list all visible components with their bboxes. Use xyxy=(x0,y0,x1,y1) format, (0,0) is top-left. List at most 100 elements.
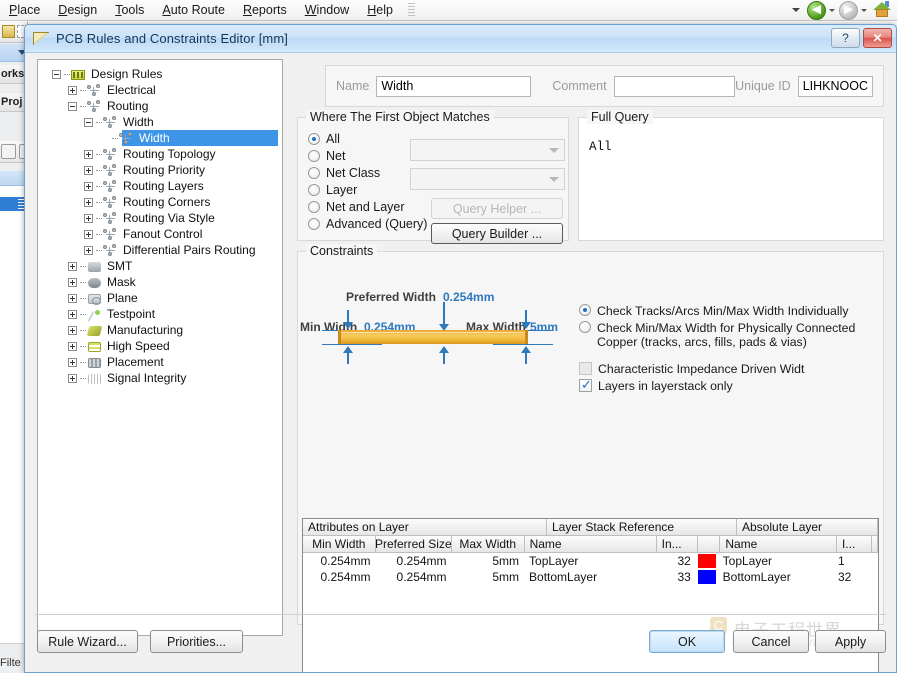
expand-icon[interactable] xyxy=(68,277,77,287)
cell-abs-name[interactable]: BottomLayer xyxy=(718,569,833,585)
expand-icon[interactable] xyxy=(84,181,93,191)
tree-item-mask[interactable]: Mask xyxy=(48,274,282,290)
preferred-width-value[interactable]: 0.254mm xyxy=(443,290,494,304)
forward-dropdown-icon[interactable] xyxy=(861,8,867,12)
tree-item-high-speed[interactable]: High Speed xyxy=(48,338,282,354)
ok-button[interactable]: OK xyxy=(649,630,725,653)
tree-item-routing[interactable]: Routing xyxy=(48,98,282,114)
checkbox-icon[interactable] xyxy=(579,377,592,393)
radio-icon[interactable] xyxy=(308,149,320,162)
comment-input[interactable] xyxy=(613,75,736,97)
radio-icon[interactable] xyxy=(308,166,320,179)
radio-icon[interactable] xyxy=(308,183,320,196)
toolbar-grip[interactable] xyxy=(407,2,415,18)
forward-arrow-icon[interactable]: ▶ xyxy=(839,0,858,20)
expand-icon[interactable] xyxy=(84,245,93,255)
tree-item-signal-integrity[interactable]: Signal Integrity xyxy=(48,370,282,386)
cell-min-width[interactable]: 0.254mm xyxy=(303,569,375,585)
tree-item-routing-priority[interactable]: Routing Priority xyxy=(48,162,282,178)
cell-preferred-size[interactable]: 0.254mm xyxy=(375,553,451,569)
menu-item-place[interactable]: Place xyxy=(0,1,49,19)
tree-item-routing-topology[interactable]: Routing Topology xyxy=(48,146,282,162)
tree-item-design-rules[interactable]: Design Rules xyxy=(48,66,282,82)
home-icon[interactable] xyxy=(872,1,892,19)
menu-item-window[interactable]: Window xyxy=(296,1,358,19)
expand-icon[interactable] xyxy=(68,309,77,319)
table-row[interactable]: 0.254mm 0.254mm 5mm BottomLayer 33 BottomLaye… xyxy=(303,569,878,585)
column-header-color[interactable] xyxy=(698,536,721,553)
constraint-option-2[interactable]: Characteristic Impedance Driven Widt xyxy=(579,362,865,376)
tree-item-testpoint[interactable]: Testpoint xyxy=(48,306,282,322)
tree-item-width[interactable]: Width xyxy=(48,130,282,146)
cell-abs-name[interactable]: TopLayer xyxy=(718,553,833,569)
net-class-combo[interactable] xyxy=(410,168,565,190)
panel-tool-button[interactable] xyxy=(1,144,16,159)
chevron-down-icon[interactable] xyxy=(792,8,800,12)
menu-item-reports[interactable]: Reports xyxy=(234,1,296,19)
query-builder-button[interactable]: Query Builder ... xyxy=(431,223,563,244)
table-row[interactable]: 0.254mm 0.254mm 5mm TopLayer 32 TopLayer 1 xyxy=(303,553,878,569)
menu-item-help[interactable]: Help xyxy=(358,1,402,19)
radio-icon[interactable] xyxy=(308,217,320,230)
expand-icon[interactable] xyxy=(68,341,77,351)
expand-icon[interactable] xyxy=(68,85,77,95)
constraint-option-1[interactable]: Check Min/Max Width for Physically Conne… xyxy=(579,321,865,349)
cell-preferred-size[interactable]: 0.254mm xyxy=(375,569,451,585)
cell-max-width[interactable]: 5mm xyxy=(452,553,524,569)
cell-stack-index[interactable]: 33 xyxy=(655,569,696,585)
cell-abs-index[interactable]: 32 xyxy=(833,569,868,585)
menu-item-design[interactable]: Design xyxy=(49,1,106,19)
name-input[interactable]: Width xyxy=(376,75,531,97)
cell-layer-color[interactable] xyxy=(696,569,718,585)
unique-id-input[interactable]: LIHKNOOC xyxy=(797,75,874,97)
net-combo[interactable] xyxy=(410,139,565,161)
column-header-max-width[interactable]: Max Width xyxy=(451,536,525,553)
cell-min-width[interactable]: 0.254mm xyxy=(303,553,375,569)
column-header-abs-index[interactable]: I... xyxy=(836,536,872,553)
max-width-value[interactable]: 5mm xyxy=(530,320,558,334)
document-icon[interactable] xyxy=(2,25,15,38)
full-query-text[interactable]: All xyxy=(589,140,612,154)
column-header-stack-index[interactable]: In... xyxy=(656,536,698,553)
column-header-stack-name[interactable]: Name xyxy=(524,536,657,553)
expand-icon[interactable] xyxy=(68,293,77,303)
priorities-button[interactable]: Priorities... xyxy=(150,630,243,653)
column-header-min-width[interactable]: Min Width xyxy=(303,536,376,553)
query-helper-button[interactable]: Query Helper ... xyxy=(431,198,563,219)
cell-layer-color[interactable] xyxy=(696,553,718,569)
checkbox-icon[interactable] xyxy=(579,362,592,375)
help-button[interactable]: ? xyxy=(831,28,860,48)
cell-stack-name[interactable]: BottomLayer xyxy=(524,569,655,585)
cancel-button[interactable]: Cancel xyxy=(733,630,809,653)
expand-icon[interactable] xyxy=(84,149,93,159)
radio-icon[interactable] xyxy=(579,304,591,316)
tree-item-plane[interactable]: Plane xyxy=(48,290,282,306)
collapse-icon[interactable] xyxy=(52,69,61,79)
radio-icon[interactable] xyxy=(308,200,320,213)
tree-item-routing-layers[interactable]: Routing Layers xyxy=(48,178,282,194)
tree-item-routing-via-style[interactable]: Routing Via Style xyxy=(48,210,282,226)
expand-icon[interactable] xyxy=(84,229,93,239)
constraint-option-0[interactable]: Check Tracks/Arcs Min/Max Width Individu… xyxy=(579,304,865,318)
expand-icon[interactable] xyxy=(68,373,77,383)
expand-icon[interactable] xyxy=(84,165,93,175)
cell-abs-index[interactable]: 1 xyxy=(833,553,868,569)
rule-wizard-button[interactable]: Rule Wizard... xyxy=(37,630,138,653)
design-rules-tree[interactable]: Design Rules Electrical Routing Width Width R… xyxy=(37,59,283,636)
tree-item-differential-pairs-routing[interactable]: Differential Pairs Routing xyxy=(48,242,282,258)
back-arrow-icon[interactable]: ◀ xyxy=(807,0,826,20)
column-header-preferred-size[interactable]: Preferred Size xyxy=(375,536,452,553)
close-button[interactable]: ✕ xyxy=(863,28,892,48)
constraint-option-3[interactable]: Layers in layerstack only xyxy=(579,377,865,393)
dialog-title-bar[interactable]: PCB Rules and Constraints Editor [mm] ? … xyxy=(25,25,896,53)
menu-item-tools[interactable]: Tools xyxy=(106,1,153,19)
cell-max-width[interactable]: 5mm xyxy=(452,569,524,585)
expand-icon[interactable] xyxy=(68,261,77,271)
tree-item-placement[interactable]: Placement xyxy=(48,354,282,370)
column-header-abs-name[interactable]: Name xyxy=(720,536,837,553)
where-option-advanced-query-[interactable]: Advanced (Query) xyxy=(308,215,427,232)
menu-item-auto-route[interactable]: Auto Route xyxy=(153,1,234,19)
tree-item-routing-corners[interactable]: Routing Corners xyxy=(48,194,282,210)
where-option-net-and-layer[interactable]: Net and Layer xyxy=(308,198,427,215)
tree-item-manufacturing[interactable]: Manufacturing xyxy=(48,322,282,338)
